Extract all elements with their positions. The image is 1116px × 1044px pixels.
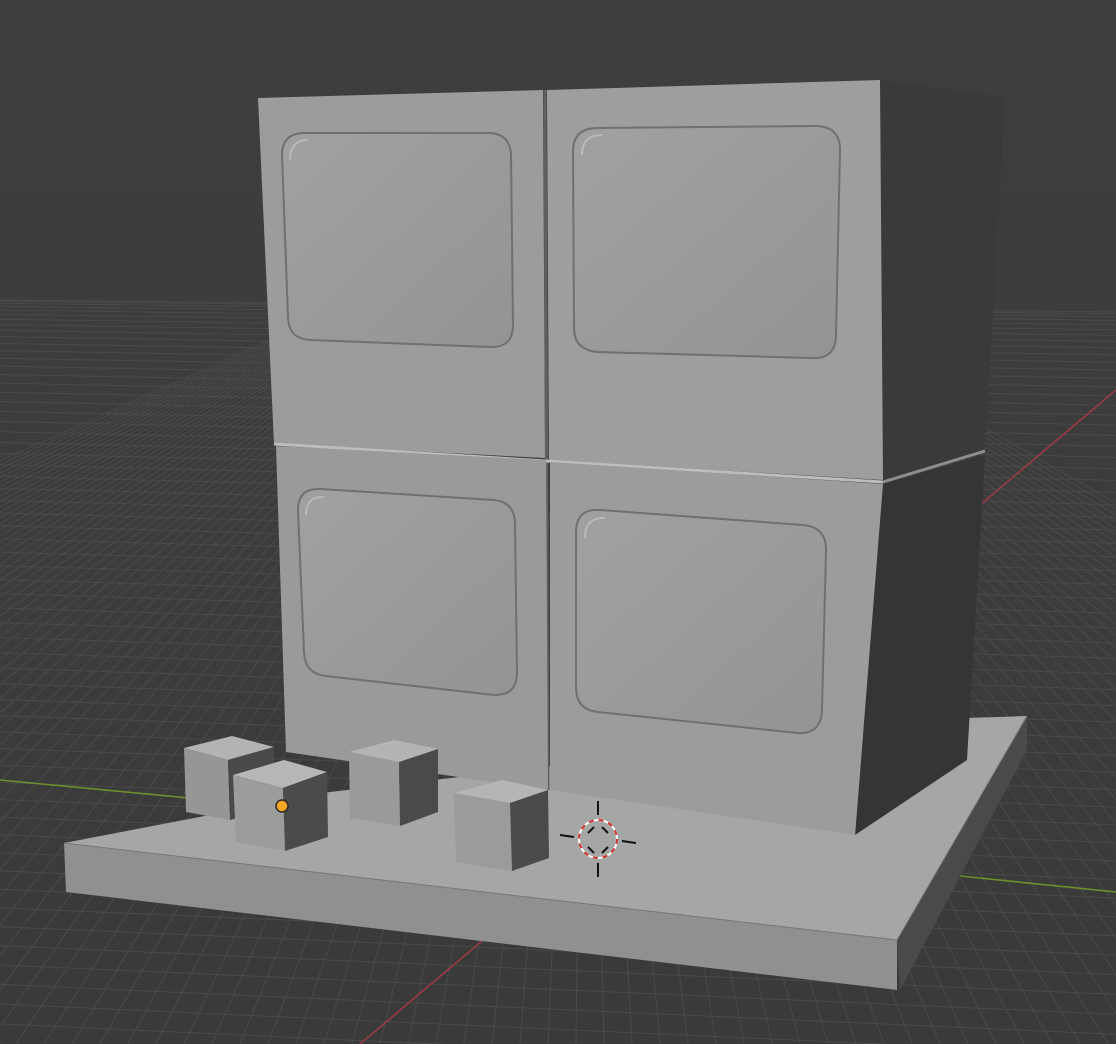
small-cube-3[interactable] [349,740,438,826]
viewport-canvas[interactable] [0,0,1116,1044]
object-origin-dot [275,799,289,813]
small-cube-2[interactable] [233,760,328,851]
3d-viewport[interactable] [0,0,1116,1044]
small-cube-4[interactable] [454,780,549,871]
panel-block-bottom-right[interactable] [550,462,883,835]
panel-block-top-right[interactable] [547,80,883,480]
panel-block-top-left[interactable] [258,90,545,458]
panel-block-bottom-left[interactable] [276,446,548,790]
